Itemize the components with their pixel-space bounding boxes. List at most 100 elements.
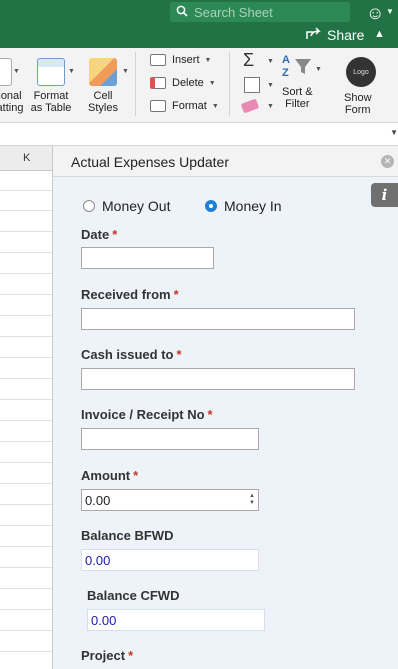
invoice-receipt-field[interactable] [81, 428, 259, 450]
sheet-row[interactable] [0, 422, 52, 442]
required-marker: * [128, 648, 134, 663]
conditional-formatting-icon [0, 58, 12, 86]
conditional-formatting-label: ional atting [0, 90, 24, 114]
chevron-down-icon[interactable]: ▼ [13, 68, 20, 75]
worksheet-grid[interactable]: K [0, 146, 53, 669]
ribbon-divider [229, 52, 230, 116]
chevron-down-icon[interactable]: ▼ [267, 58, 274, 65]
balance-bfwd-label-text: Balance BFWD [81, 528, 174, 543]
column-header-label: K [23, 152, 31, 164]
balance-cfwd-label: Balance CFWD [87, 588, 179, 603]
clear-eraser-icon[interactable] [240, 98, 260, 114]
required-marker: * [173, 287, 179, 302]
sort-filter-button[interactable]: A Z ▼ Sort & Filter [282, 54, 322, 110]
received-from-field[interactable] [81, 308, 355, 330]
insert-button[interactable]: Insert ▼ [150, 54, 211, 66]
delete-button[interactable]: Delete ▼ [150, 77, 216, 89]
share-button[interactable]: Share [306, 27, 364, 43]
sheet-row[interactable] [0, 212, 52, 232]
cash-issued-to-field[interactable] [81, 368, 355, 390]
project-label-text: Project [81, 648, 126, 663]
chevron-down-icon: ▼ [204, 56, 212, 64]
sheet-row[interactable] [0, 359, 52, 379]
radio-money-out-label: Money Out [102, 198, 171, 214]
search-sheet-input[interactable]: Search Sheet [170, 2, 350, 22]
sheet-row[interactable] [0, 338, 52, 358]
chevron-down-icon[interactable]: ▼ [390, 128, 398, 137]
amount-label: Amount * [81, 468, 138, 483]
amount-label-text: Amount [81, 468, 131, 483]
ribbon-divider [135, 52, 136, 116]
task-pane: Actual Expenses Updater ✕ i Money Out Mo… [53, 146, 398, 669]
amount-value: 0.00 [85, 493, 111, 508]
invoice-receipt-label: Invoice / Receipt No * [81, 407, 213, 422]
sheet-row[interactable] [0, 401, 52, 421]
sheet-row[interactable] [0, 485, 52, 505]
show-form-button[interactable]: Show Form [344, 92, 372, 116]
radio-money-out[interactable]: Money Out [83, 198, 170, 214]
balance-cfwd-field: 0.00 [87, 609, 265, 631]
info-icon[interactable]: i [371, 183, 398, 207]
radio-money-in-label: Money In [224, 198, 282, 214]
column-header-k[interactable]: K [0, 146, 52, 171]
autosum-icon[interactable]: Σ [243, 50, 254, 71]
feedback-smiley-icon[interactable]: ☺ [366, 3, 384, 24]
formula-bar[interactable]: ▼ [0, 123, 398, 146]
share-label: Share [327, 27, 365, 43]
format-button[interactable]: Format ▼ [150, 100, 219, 112]
sheet-row[interactable] [0, 171, 52, 191]
sheet-row[interactable] [0, 443, 52, 463]
sheet-row[interactable] [0, 653, 52, 669]
sheet-row[interactable] [0, 275, 52, 295]
radio-money-in[interactable]: Money In [205, 198, 282, 214]
logo-icon[interactable]: Logo [346, 57, 376, 87]
collapse-ribbon-icon[interactable]: ▲ [374, 28, 385, 40]
fill-icon[interactable] [244, 77, 260, 93]
date-label-text: Date [81, 227, 110, 242]
chevron-down-icon[interactable]: ▼ [267, 103, 274, 110]
sheet-row[interactable] [0, 569, 52, 589]
close-icon[interactable]: ✕ [381, 155, 394, 168]
sheet-row[interactable] [0, 527, 52, 547]
required-marker: * [207, 407, 213, 422]
sheet-row[interactable] [0, 506, 52, 526]
logo-text: Logo [353, 68, 369, 76]
insert-cells-icon [150, 54, 166, 66]
task-pane-header: Actual Expenses Updater ✕ [53, 146, 398, 177]
delete-cells-icon [150, 77, 166, 89]
sheet-row[interactable] [0, 464, 52, 484]
received-from-label: Received from * [81, 287, 179, 302]
insert-label: Insert [172, 54, 200, 66]
format-as-table-label: Format as Table [30, 90, 72, 114]
sheet-row[interactable] [0, 548, 52, 568]
amount-field[interactable]: 0.00 ▲ ▼ [81, 489, 259, 511]
sheet-row[interactable] [0, 380, 52, 400]
sheet-row[interactable] [0, 590, 52, 610]
chevron-down-icon: ▼ [208, 79, 216, 87]
date-field[interactable] [81, 247, 214, 269]
format-as-table-button[interactable]: Format as Table [30, 58, 72, 114]
balance-bfwd-label: Balance BFWD [81, 528, 173, 543]
conditional-formatting-button[interactable]: ional atting [0, 58, 26, 114]
required-marker: * [133, 468, 139, 483]
cash-issued-to-label: Cash issued to * [81, 347, 182, 362]
stepper-icon[interactable]: ▲ ▼ [249, 493, 255, 507]
sheet-row[interactable] [0, 233, 52, 253]
chevron-down-icon[interactable]: ▼ [386, 7, 394, 16]
sheet-row[interactable] [0, 632, 52, 652]
chevron-down-icon: ▼ [211, 102, 219, 110]
format-as-table-icon [37, 58, 65, 86]
sheet-row[interactable] [0, 611, 52, 631]
cell-styles-label: Cell Styles [88, 90, 118, 114]
cell-styles-button[interactable]: Cell Styles [82, 58, 124, 114]
delete-label: Delete [172, 77, 204, 89]
sheet-row[interactable] [0, 296, 52, 316]
sheet-row[interactable] [0, 317, 52, 337]
sheet-row[interactable] [0, 254, 52, 274]
balance-cfwd-label-text: Balance CFWD [87, 588, 180, 603]
chevron-down-icon[interactable]: ▼ [122, 68, 129, 75]
chevron-down-icon[interactable]: ▼ [68, 68, 75, 75]
chevron-down-icon[interactable]: ▼ [267, 82, 274, 89]
received-from-label-text: Received from [81, 287, 171, 302]
sheet-row[interactable] [0, 191, 52, 211]
